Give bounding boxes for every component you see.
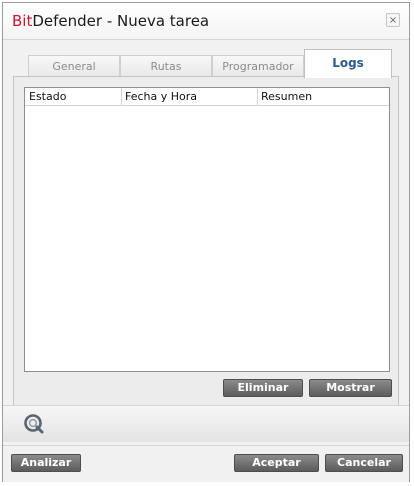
title-brand: Bit	[12, 12, 33, 30]
column-divider[interactable]	[257, 88, 258, 105]
action-bar: Analizar Aceptar Cancelar	[3, 445, 409, 482]
tab-strip: General Rutas Programador Logs	[28, 49, 394, 78]
column-header-fecha-hora[interactable]: Fecha y Hora	[125, 90, 197, 103]
accept-button[interactable]: Aceptar	[234, 454, 319, 472]
window-title: BitDefender - Nueva tarea	[12, 12, 209, 30]
logs-panel: Estado Fecha y Hora Resumen Eliminar Mos…	[13, 76, 399, 406]
close-button[interactable]: ×	[386, 13, 400, 27]
show-button[interactable]: Mostrar	[309, 379, 392, 397]
bitdefender-logo-icon	[24, 414, 44, 434]
title-text: Defender - Nueva tarea	[32, 12, 210, 30]
tab-general[interactable]: General	[28, 55, 120, 77]
logs-list[interactable]: Estado Fecha y Hora Resumen	[24, 87, 390, 372]
column-divider[interactable]	[121, 88, 122, 105]
tab-programador[interactable]: Programador	[212, 55, 304, 77]
title-bar[interactable]: BitDefender - Nueva tarea ×	[3, 3, 409, 40]
dialog-window: BitDefender - Nueva tarea × General Ruta…	[2, 2, 410, 482]
cancel-button[interactable]: Cancelar	[325, 454, 403, 472]
delete-button[interactable]: Eliminar	[223, 379, 303, 397]
scan-button[interactable]: Analizar	[11, 454, 81, 472]
logo-band	[3, 405, 409, 442]
column-header-resumen[interactable]: Resumen	[261, 90, 312, 103]
tab-rutas[interactable]: Rutas	[120, 55, 212, 77]
column-header-estado[interactable]: Estado	[29, 90, 66, 103]
list-header: Estado Fecha y Hora Resumen	[25, 88, 389, 106]
close-icon: ×	[388, 15, 398, 26]
tab-logs[interactable]: Logs	[304, 49, 392, 78]
